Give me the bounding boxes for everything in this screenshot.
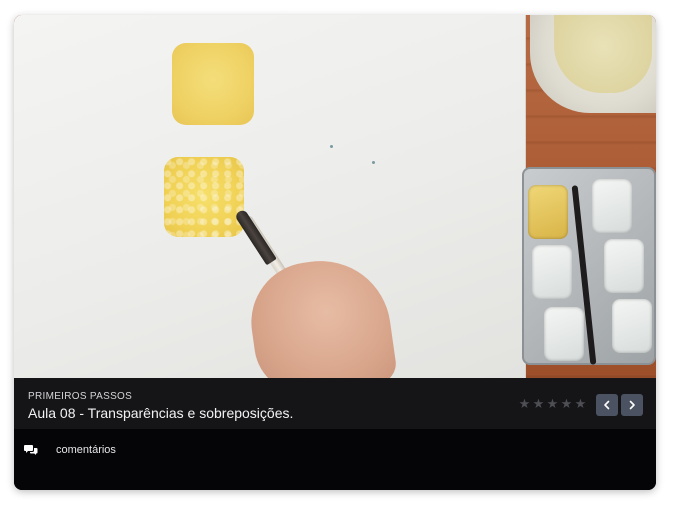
video-frame-paint-dot <box>372 161 375 164</box>
lesson-info-bar: PRIMEIROS PASSOS Aula 08 - Transparência… <box>14 378 656 429</box>
video-frame-palette-well <box>544 307 584 361</box>
star-icon[interactable]: ★ <box>518 397 531 410</box>
next-lesson-button[interactable] <box>621 394 643 416</box>
video-frame-palette-well <box>532 245 572 299</box>
chevron-right-icon <box>629 400 635 410</box>
rating-stars[interactable]: ★ ★ ★ ★ ★ <box>518 397 587 410</box>
video-frame-palette-well <box>612 299 652 353</box>
video-frame-palette-well <box>592 179 632 233</box>
video-frame-palette-well <box>604 239 644 293</box>
lesson-title: Aula 08 - Transparências e sobreposições… <box>28 405 294 421</box>
video-frame-paint-dot <box>330 145 333 148</box>
comments-bar[interactable]: comentários <box>14 429 656 490</box>
chevron-left-icon <box>604 400 610 410</box>
chat-bubbles-icon <box>24 445 38 455</box>
video-frame-swatch-top <box>172 43 254 125</box>
star-icon[interactable]: ★ <box>532 397 545 410</box>
video-frame-swatch-bottom <box>164 157 244 237</box>
previous-lesson-button[interactable] <box>596 394 618 416</box>
video-frame-palette-well <box>528 185 568 239</box>
star-icon[interactable]: ★ <box>560 397 573 410</box>
section-label: PRIMEIROS PASSOS <box>28 391 133 402</box>
lesson-card: PRIMEIROS PASSOS Aula 08 - Transparência… <box>14 15 656 490</box>
video-player[interactable] <box>14 15 656 379</box>
comments-label[interactable]: comentários <box>56 444 116 456</box>
star-icon[interactable]: ★ <box>574 397 587 410</box>
star-icon[interactable]: ★ <box>546 397 559 410</box>
